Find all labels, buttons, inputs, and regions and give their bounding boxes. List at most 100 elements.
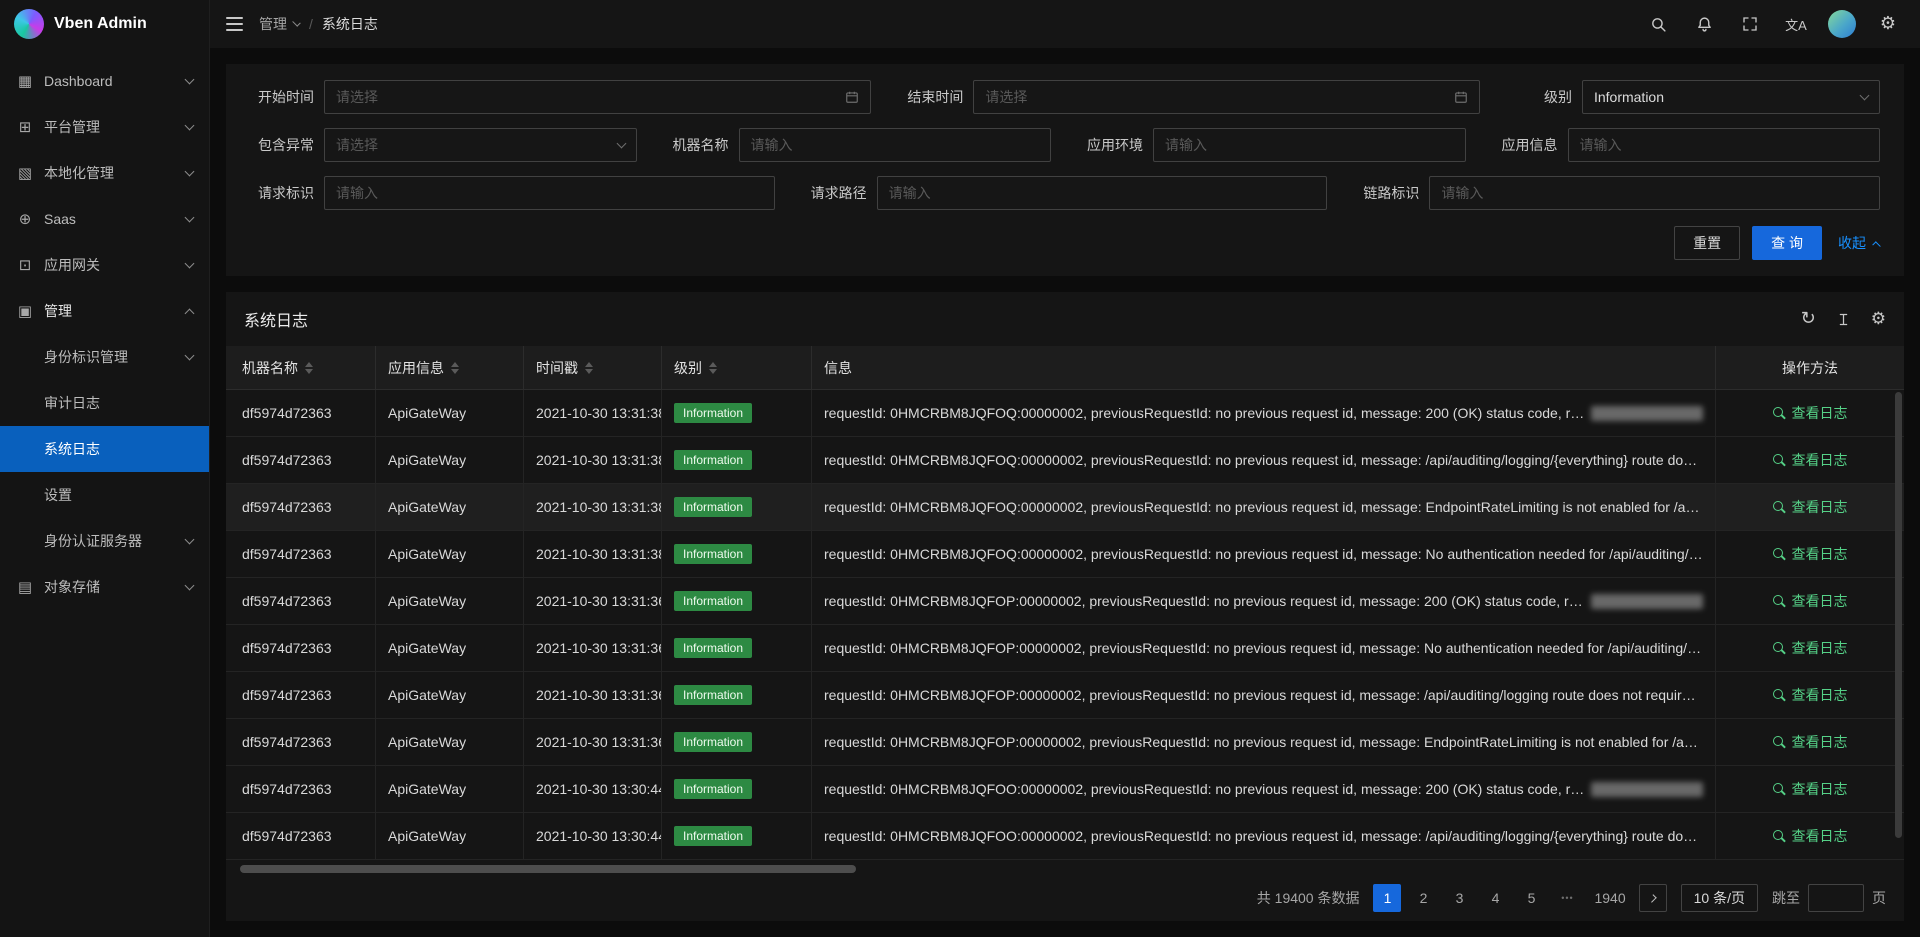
refresh-icon[interactable]: ↻ (1801, 310, 1816, 328)
view-log-link[interactable]: 查看日志 (1773, 779, 1848, 799)
calendar-icon (845, 90, 859, 104)
app-env-input[interactable] (1165, 137, 1454, 153)
horizontal-scrollbar-thumb[interactable] (240, 865, 856, 873)
machine-name-input-wrap (739, 128, 1052, 162)
logo[interactable]: Vben Admin (0, 0, 209, 48)
translate-icon[interactable]: 文A (1780, 0, 1812, 48)
sidebar-subitem-label: 设置 (44, 485, 193, 505)
view-log-link[interactable]: 查看日志 (1773, 638, 1848, 658)
total-count: 共 19400 条数据 (1257, 888, 1360, 908)
sidebar-subitem[interactable]: 审计日志 (0, 380, 209, 426)
start-time-datepicker[interactable]: 请选择 (324, 80, 871, 114)
level-badge: Information (674, 497, 752, 517)
message-text: requestId: 0HMCRBM8JQFOO:00000002, previ… (824, 781, 1586, 797)
page-button-1940[interactable]: 1940 (1589, 884, 1630, 912)
sort-asc-icon (585, 362, 593, 367)
cell-level: Information (662, 625, 812, 671)
breadcrumb-item-parent[interactable]: 管理 (259, 14, 300, 34)
view-log-link[interactable]: 查看日志 (1773, 497, 1848, 517)
jump-suffix-label: 页 (1872, 888, 1886, 908)
search-icon[interactable] (1642, 0, 1674, 48)
request-path-input[interactable] (889, 185, 1316, 201)
end-time-datepicker[interactable]: 请选择 (973, 80, 1480, 114)
sidebar-subitem[interactable]: 身份标识管理 (0, 334, 209, 380)
table-row: df5974d72363ApiGateWay2021-10-30 13:31:3… (226, 672, 1904, 719)
column-header[interactable]: 应用信息 (376, 346, 524, 389)
page-button-4[interactable]: 4 (1481, 884, 1509, 912)
sidebar-subitem-label: 身份认证服务器 (44, 531, 186, 551)
sidebar-item-localization[interactable]: ▧本地化管理 (0, 150, 209, 196)
view-log-link[interactable]: 查看日志 (1773, 403, 1848, 423)
sidebar-subitem[interactable]: 系统日志 (0, 426, 209, 472)
page-size-select[interactable]: 10 条/页 (1681, 884, 1758, 912)
sidebar-item-management[interactable]: ▣管理 (0, 288, 209, 334)
collapse-link[interactable]: 收起 (1838, 233, 1880, 253)
sidebar-item-saas[interactable]: ⊕Saas (0, 196, 209, 242)
sidebar-item-object-storage[interactable]: ▤对象存储 (0, 564, 209, 610)
trace-id-input[interactable] (1441, 185, 1868, 201)
page-button-5[interactable]: 5 (1517, 884, 1545, 912)
request-path-label: 请求路径 (803, 183, 867, 203)
search-button[interactable]: 查 询 (1752, 226, 1822, 260)
page-button-3[interactable]: 3 (1445, 884, 1473, 912)
magnifier-icon (1773, 736, 1786, 749)
next-page-button[interactable] (1639, 884, 1667, 912)
field-end-time: 结束时间 请选择 (899, 80, 1480, 114)
column-header[interactable]: 时间戳 (524, 346, 662, 389)
redacted-block (1591, 782, 1703, 797)
column-header[interactable]: 级别 (662, 346, 812, 389)
jump-page-input[interactable] (1808, 884, 1864, 912)
level-badge: Information (674, 544, 752, 564)
user-avatar[interactable] (1826, 0, 1858, 48)
request-id-input[interactable] (336, 185, 763, 201)
view-log-link[interactable]: 查看日志 (1773, 544, 1848, 564)
chevron-down-icon (185, 581, 195, 591)
column-header[interactable]: 机器名称 (226, 346, 376, 389)
chevron-down-icon (1860, 90, 1870, 100)
horizontal-scrollbar[interactable] (232, 863, 1898, 875)
page-button-1[interactable]: 1 (1373, 884, 1401, 912)
main-area: 管理 / 系统日志 文A ⚙ 开始时 (210, 0, 1920, 937)
sort-icons (709, 362, 717, 374)
sidebar-item-platform[interactable]: ⊞平台管理 (0, 104, 209, 150)
row-height-icon[interactable] (1836, 312, 1851, 327)
chevron-up-icon (185, 308, 195, 318)
vertical-scrollbar[interactable] (1895, 392, 1902, 857)
view-log-link[interactable]: 查看日志 (1773, 591, 1848, 611)
machine-name-input[interactable] (751, 137, 1040, 153)
notification-icon[interactable] (1688, 0, 1720, 48)
table-toolbar: 系统日志 ↻ ⚙ (226, 292, 1904, 346)
view-log-link[interactable]: 查看日志 (1773, 685, 1848, 705)
field-has-exception: 包含异常 请选择 (250, 128, 637, 162)
cell-app-info: ApiGateWay (376, 437, 524, 483)
view-log-link[interactable]: 查看日志 (1773, 826, 1848, 846)
sidebar-subitem[interactable]: 设置 (0, 472, 209, 518)
has-exception-select[interactable]: 请选择 (324, 128, 637, 162)
cell-level: Information (662, 766, 812, 812)
menu-fold-icon[interactable] (224, 13, 245, 35)
column-settings-icon[interactable]: ⚙ (1871, 311, 1886, 328)
cell-actions: 查看日志 (1716, 813, 1904, 859)
app-info-input[interactable] (1580, 137, 1869, 153)
sidebar-item-gateway[interactable]: ⊡应用网关 (0, 242, 209, 288)
page-button-2[interactable]: 2 (1409, 884, 1437, 912)
sidebar-item-dashboard[interactable]: ▦Dashboard (0, 58, 209, 104)
cell-actions: 查看日志 (1716, 625, 1904, 671)
fullscreen-icon[interactable] (1734, 0, 1766, 48)
chevron-up-icon (1872, 241, 1880, 249)
app-env-input-wrap (1153, 128, 1466, 162)
vertical-scrollbar-thumb[interactable] (1895, 392, 1902, 838)
chevron-down-icon (185, 75, 195, 85)
sidebar-subitem[interactable]: 身份认证服务器 (0, 518, 209, 564)
cell-app-info: ApiGateWay (376, 484, 524, 530)
settings-icon[interactable]: ⚙ (1872, 0, 1904, 48)
app-info-input-wrap (1568, 128, 1881, 162)
view-log-link[interactable]: 查看日志 (1773, 732, 1848, 752)
cell-level: Information (662, 719, 812, 765)
start-time-label: 开始时间 (250, 87, 314, 107)
view-log-label: 查看日志 (1792, 450, 1848, 470)
reset-button[interactable]: 重置 (1674, 226, 1740, 260)
view-log-link[interactable]: 查看日志 (1773, 450, 1848, 470)
table-panel: 系统日志 ↻ ⚙ 机器名称应用信息时间戳级别信息操作方法 df5974d7236… (226, 292, 1904, 921)
level-select[interactable]: Information (1582, 80, 1880, 114)
